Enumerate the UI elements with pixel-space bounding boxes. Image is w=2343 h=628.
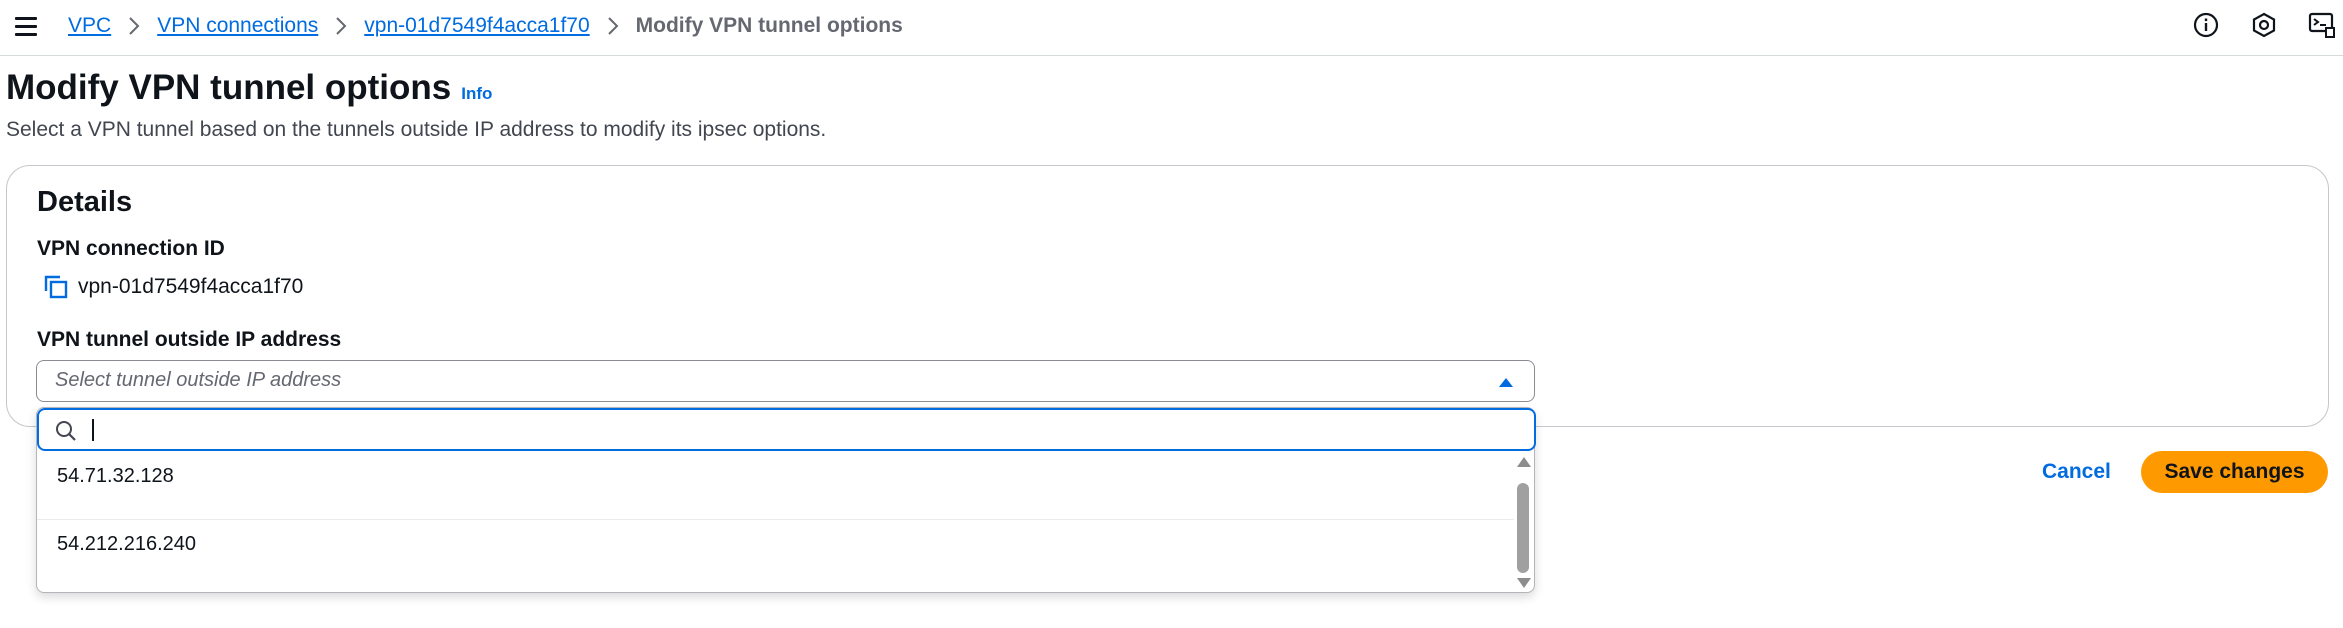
save-changes-button[interactable]: Save changes — [2141, 451, 2328, 493]
chevron-right-icon — [335, 17, 347, 35]
details-heading: Details — [37, 186, 133, 218]
top-navigation-bar: VPC VPN connections vpn-01d7549f4acca1f7… — [0, 0, 2343, 56]
dropdown-scrollbar[interactable] — [1514, 455, 1532, 590]
chevron-right-icon — [607, 17, 619, 35]
option-divider — [37, 519, 1514, 520]
dropdown-search-input[interactable] — [37, 408, 1536, 451]
dropdown-option[interactable]: 54.71.32.128 — [37, 453, 1514, 520]
breadcrumb-vpn-connections[interactable]: VPN connections — [157, 14, 318, 38]
caret-up-icon — [1498, 375, 1514, 393]
menu-icon[interactable] — [15, 12, 43, 40]
scrollbar-thumb[interactable] — [1517, 483, 1529, 573]
cancel-button[interactable]: Cancel — [2030, 451, 2123, 493]
info-link[interactable]: Info — [461, 84, 492, 104]
select-placeholder: Select tunnel outside IP address — [55, 369, 342, 391]
tunnel-ip-select[interactable]: Select tunnel outside IP address — [36, 360, 1535, 402]
breadcrumb-current: Modify VPN tunnel options — [635, 14, 903, 37]
vpn-connection-id-value: vpn-01d7549f4acca1f70 — [78, 275, 304, 298]
breadcrumb-vpc[interactable]: VPC — [68, 14, 111, 38]
scroll-down-arrow-icon[interactable] — [1517, 578, 1531, 588]
option-label: 54.212.216.240 — [57, 533, 197, 555]
scroll-up-arrow-icon[interactable] — [1517, 457, 1531, 467]
settings-hex-icon[interactable] — [2247, 8, 2281, 42]
option-label: 54.71.32.128 — [57, 465, 174, 487]
info-circle-icon[interactable] — [2189, 8, 2223, 42]
vpn-tunnel-ip-label: VPN tunnel outside IP address — [37, 328, 342, 351]
text-cursor — [92, 419, 94, 441]
cloudshell-icon[interactable] — [2305, 8, 2339, 42]
search-icon — [55, 420, 77, 447]
breadcrumb-vpn-connection-id[interactable]: vpn-01d7549f4acca1f70 — [364, 14, 589, 38]
page-description: Select a VPN tunnel based on the tunnels… — [6, 118, 827, 141]
vpn-connection-id-row: vpn-01d7549f4acca1f70 — [41, 272, 303, 302]
chevron-right-icon — [128, 17, 140, 35]
page-title-text: Modify VPN tunnel options — [6, 68, 452, 107]
dropdown-option[interactable]: 54.212.216.240 — [37, 521, 1514, 588]
tunnel-ip-dropdown: 54.71.32.128 54.212.216.240 — [36, 407, 1536, 593]
copy-icon[interactable] — [41, 272, 71, 302]
vpn-connection-id-label: VPN connection ID — [37, 237, 225, 260]
page-title: Modify VPN tunnel options Info — [6, 68, 492, 108]
breadcrumb: VPC VPN connections vpn-01d7549f4acca1f7… — [68, 12, 903, 40]
